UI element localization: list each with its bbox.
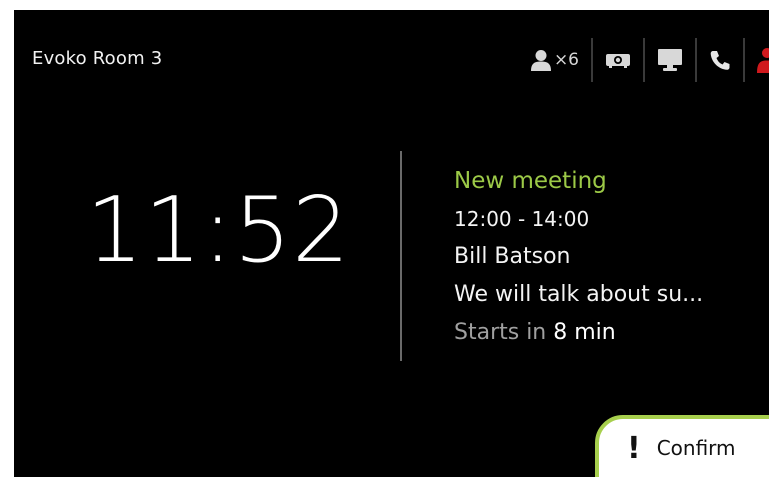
meeting-time-range: 12:00 - 14:00 bbox=[454, 207, 590, 231]
meeting-subject: We will talk about su... bbox=[454, 282, 704, 307]
capacity-count: ×6 bbox=[553, 50, 579, 70]
person-red-icon bbox=[757, 47, 769, 73]
confirm-button[interactable]: ! Confirm bbox=[595, 415, 769, 477]
confirm-label: Confirm bbox=[656, 436, 736, 460]
capacity-indicator: ×6 bbox=[530, 38, 591, 82]
next-meeting-panel: New meeting 12:00 - 14:00 Bill Batson We… bbox=[454, 162, 769, 352]
clock-time: 11:52 bbox=[86, 178, 351, 283]
starts-in-label: Starts in bbox=[454, 320, 547, 345]
person-icon bbox=[530, 49, 552, 71]
meeting-title: New meeting bbox=[454, 168, 607, 194]
monitor-icon bbox=[657, 48, 683, 72]
exclamation-icon: ! bbox=[627, 430, 641, 466]
meeting-starts-in: Starts in 8 min bbox=[454, 314, 769, 352]
room-status-bar: ×6 bbox=[530, 38, 769, 82]
projector-icon bbox=[605, 51, 631, 69]
starts-in-value: 8 min bbox=[553, 320, 616, 345]
room-name: Evoko Room 3 bbox=[32, 48, 163, 69]
occupancy-indicator bbox=[743, 38, 769, 82]
meeting-organizer: Bill Batson bbox=[454, 244, 571, 269]
projector-indicator bbox=[591, 38, 643, 82]
phone-indicator bbox=[695, 38, 743, 82]
phone-icon bbox=[709, 49, 731, 71]
monitor-indicator bbox=[643, 38, 695, 82]
room-display-screen: Evoko Room 3 ×6 11:52 New meeting 12:00 … bbox=[14, 10, 769, 477]
divider bbox=[400, 151, 402, 361]
